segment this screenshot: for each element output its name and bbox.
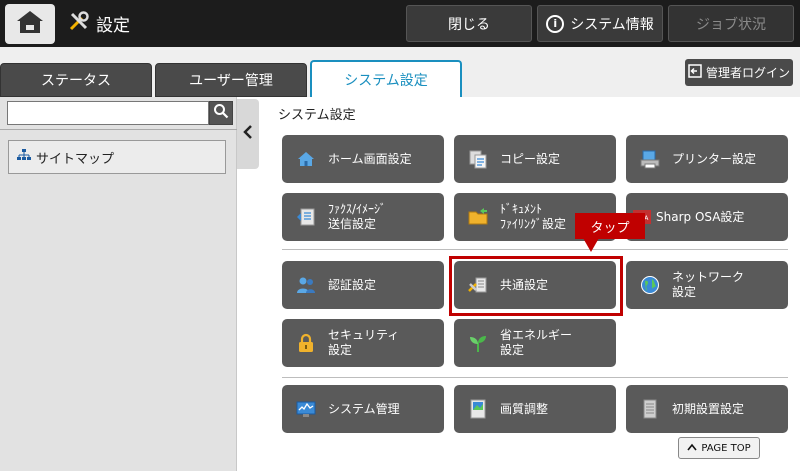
tap-callout-label: タップ — [590, 220, 630, 236]
tile-energy-save-settings[interactable]: 省エネルギー 設定 — [454, 319, 616, 367]
login-icon — [688, 64, 702, 81]
users-icon — [296, 275, 316, 295]
tap-highlight-box — [449, 256, 623, 316]
section-divider — [282, 377, 788, 378]
tile-sharp-osa-settings[interactable]: OSA Sharp OSA設定 — [626, 193, 788, 241]
section-divider — [282, 249, 788, 250]
house-icon — [296, 149, 316, 169]
folder-icon — [468, 207, 488, 227]
printer-icon — [640, 149, 660, 169]
tile-label: プリンター設定 — [672, 151, 757, 166]
job-status-label: ジョブ状況 — [696, 16, 766, 33]
tile-printer-settings[interactable]: プリンター設定 — [626, 135, 788, 183]
home-icon — [15, 9, 45, 39]
system-info-button[interactable]: i システム情報 — [537, 5, 663, 42]
tap-callout-pointer — [583, 238, 599, 252]
info-icon: i — [546, 14, 565, 33]
close-button-label: 閉じる — [448, 16, 490, 33]
monitor-icon — [296, 399, 316, 419]
search-button[interactable] — [209, 101, 233, 125]
admin-login-button[interactable]: 管理者ログイン — [685, 59, 793, 86]
tile-label: Sharp OSA設定 — [656, 209, 745, 224]
page-top-button[interactable]: PAGE TOP — [678, 437, 760, 459]
main-title: システム設定 — [278, 108, 356, 123]
sidebar: サイトマップ — [0, 97, 237, 471]
tools-icon — [68, 10, 90, 37]
sitemap-icon — [17, 149, 31, 165]
tile-label: ネットワーク 設定 — [672, 270, 745, 299]
search-icon — [213, 103, 229, 123]
image-quality-icon — [468, 399, 488, 419]
tile-label: ﾌｧｸｽ/ｲﾒｰｼﾞ 送信設定 — [328, 202, 387, 231]
tile-label: 初期設置設定 — [672, 401, 745, 416]
page-title-area: 設定 — [68, 0, 130, 47]
tile-label: 省エネルギー 設定 — [500, 328, 573, 357]
close-button[interactable]: 閉じる — [406, 5, 532, 42]
tab-system-settings-label: システム設定 — [344, 72, 428, 89]
tile-network-settings[interactable]: ネットワーク 設定 — [626, 261, 788, 309]
tile-image-quality-adjustment[interactable]: 画質調整 — [454, 385, 616, 433]
tile-initial-setup-settings[interactable]: 初期設置設定 — [626, 385, 788, 433]
tab-user-management[interactable]: ユーザー管理 — [155, 63, 307, 97]
tile-security-settings[interactable]: セキュリティ 設定 — [282, 319, 444, 367]
tile-label: ホーム画面設定 — [328, 151, 412, 166]
tile-label: 画質調整 — [500, 401, 549, 416]
globe-icon — [640, 275, 660, 295]
home-button[interactable] — [5, 4, 55, 44]
top-bar: 設定 閉じる i システム情報 ジョブ状況 — [0, 0, 800, 47]
tile-label: システム管理 — [328, 401, 400, 416]
tab-strip: ステータス ユーザー管理 システム設定 管理者ログイン — [0, 47, 800, 97]
search-input[interactable] — [7, 101, 209, 125]
copier-icon — [640, 399, 660, 419]
page-title: 設定 — [96, 16, 130, 36]
tile-authentication-settings[interactable]: 認証設定 — [282, 261, 444, 309]
system-info-label: システム情報 — [570, 16, 654, 33]
admin-login-label: 管理者ログイン — [705, 66, 790, 80]
tile-label: セキュリティ 設定 — [328, 328, 400, 357]
tab-system-settings[interactable]: システム設定 — [310, 60, 462, 97]
leaf-icon — [468, 333, 488, 353]
chevron-left-icon — [243, 124, 253, 145]
lock-icon — [296, 333, 316, 353]
tile-home-screen-settings[interactable]: ホーム画面設定 — [282, 135, 444, 183]
tile-label: ﾄﾞｷｭﾒﾝﾄ ﾌｧｲﾘﾝｸﾞ設定 — [500, 202, 567, 231]
fax-icon — [296, 207, 316, 227]
tile-system-management[interactable]: システム管理 — [282, 385, 444, 433]
tile-fax-image-send-settings[interactable]: ﾌｧｸｽ/ｲﾒｰｼﾞ 送信設定 — [282, 193, 444, 241]
tile-label: コピー設定 — [500, 151, 561, 166]
sidebar-divider — [0, 129, 237, 130]
sitemap-label: サイトマップ — [36, 151, 115, 167]
chevron-up-icon — [687, 443, 697, 454]
copy-icon — [468, 149, 488, 169]
tap-callout: タップ — [575, 213, 645, 239]
page-top-label: PAGE TOP — [701, 442, 751, 454]
job-status-button[interactable]: ジョブ状況 — [668, 5, 794, 42]
tab-user-management-label: ユーザー管理 — [189, 73, 273, 89]
sitemap-item[interactable]: サイトマップ — [8, 140, 226, 174]
collapse-sidebar-button[interactable] — [237, 99, 259, 169]
tab-status-label: ステータス — [41, 73, 111, 89]
tile-label: 認証設定 — [328, 277, 377, 292]
tab-status[interactable]: ステータス — [0, 63, 152, 97]
tile-copy-settings[interactable]: コピー設定 — [454, 135, 616, 183]
